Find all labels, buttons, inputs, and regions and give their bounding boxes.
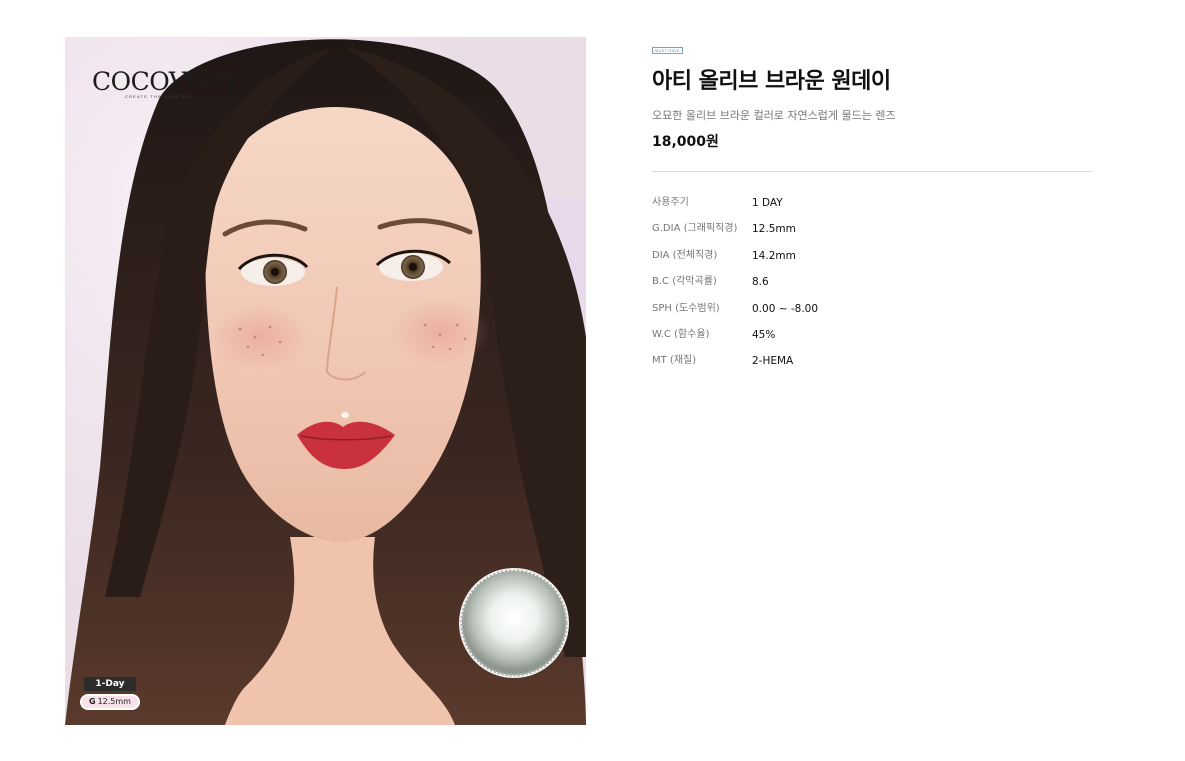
product-detail-page: COCOVIEW CREATE THE BEST EYE 1-Day G 12.5… [0, 0, 1185, 761]
spec-row: W.C (함수율) 45% [652, 328, 1093, 354]
lens-badges: 1-Day G 12.5mm [80, 677, 140, 710]
spec-label: B.C (각막곡률) [652, 276, 717, 288]
product-price: 18,000원 [652, 134, 719, 150]
spec-table: 사용주기 1 DAY G.DIA (그래픽직경) 12.5mm DIA (전체직… [652, 196, 1093, 381]
period-badge: 1-Day [84, 677, 136, 691]
product-title: 아티 올리브 브라운 원데이 [652, 69, 891, 94]
gdia-badge-value: 12.5mm [97, 697, 131, 706]
spec-label: SPH (도수범위) [652, 302, 720, 314]
spec-value: 45% [752, 328, 776, 341]
category-tag: MUST HAVE [652, 47, 683, 54]
spec-row: B.C (각막곡률) 8.6 [652, 275, 1093, 301]
spec-row: G.DIA (그래픽직경) 12.5mm [652, 222, 1093, 248]
spec-value: 1 DAY [752, 197, 783, 209]
model-photo [65, 37, 586, 725]
product-image: COCOVIEW CREATE THE BEST EYE 1-Day G 12.5… [65, 37, 586, 725]
gdia-badge: G 12.5mm [80, 694, 140, 710]
divider [652, 171, 1093, 172]
spec-row: MT (재질) 2-HEMA [652, 354, 1093, 380]
spec-label: DIA (전체직경) [652, 249, 718, 261]
spec-value: 2-HEMA [752, 355, 794, 368]
spec-row: 사용주기 1 DAY [652, 196, 1093, 222]
spec-label: 사용주기 [652, 197, 689, 208]
spec-value: 14.2mm [752, 249, 796, 262]
spec-row: SPH (도수범위) 0.00 ~ -8.00 [652, 302, 1093, 328]
spec-label: W.C (함수율) [652, 328, 710, 340]
gdia-badge-prefix: G [89, 697, 96, 706]
spec-value: 12.5mm [752, 223, 796, 236]
spec-value: 0.00 ~ -8.00 [752, 302, 819, 315]
spec-value: 8.6 [752, 276, 769, 289]
brand-logo: COCOVIEW [92, 67, 239, 96]
spec-row: DIA (전체직경) 14.2mm [652, 249, 1093, 275]
brand-tagline: CREATE THE BEST EYE [125, 94, 194, 99]
spec-label: MT (재질) [652, 355, 697, 367]
spec-label: G.DIA (그래픽직경) [652, 223, 738, 235]
product-description: 오묘한 올리브 브라운 컬러로 자연스럽게 물드는 렌즈 [652, 109, 896, 122]
product-info: MUST HAVE 아티 올리브 브라운 원데이 오묘한 올리브 브라운 컬러로… [652, 37, 1093, 381]
